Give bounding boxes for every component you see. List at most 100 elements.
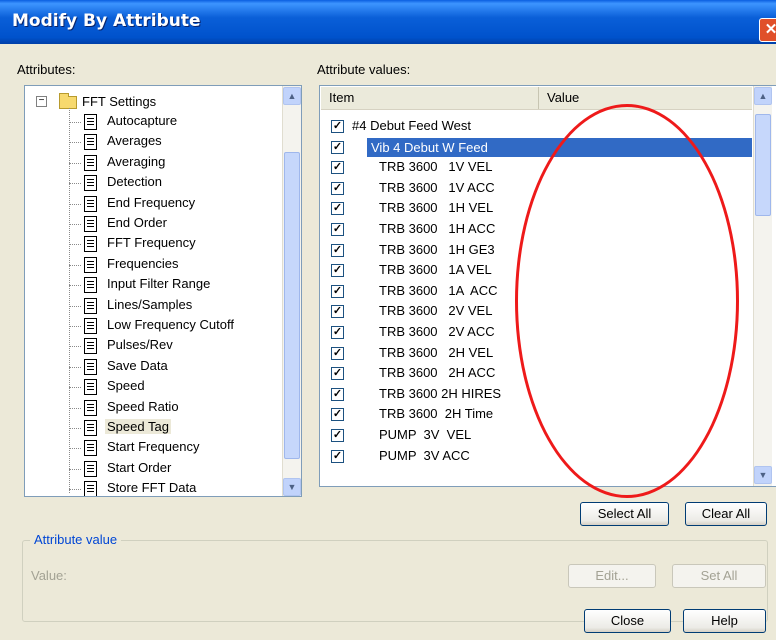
row-item-label: TRB 3600 2H HIRES (379, 385, 502, 401)
tree-item-label: Averaging (107, 153, 166, 169)
document-icon (84, 379, 97, 396)
title-bar[interactable]: Modify By Attribute ✕ (0, 0, 776, 44)
document-icon (84, 114, 97, 130)
column-header-item[interactable]: Item (321, 87, 539, 109)
tree-item-label: Detection (107, 174, 162, 190)
folder-icon (59, 93, 77, 109)
tree-item[interactable]: End Frequency (25, 194, 280, 214)
row-checkbox[interactable]: ✓ (331, 429, 344, 442)
document-icon (84, 277, 97, 294)
tree-item-label: Store FFT Data (107, 480, 197, 496)
row-item-label: #4 Debut Feed West (352, 118, 471, 133)
close-window-icon[interactable]: ✕ (759, 18, 776, 42)
document-icon (84, 256, 97, 273)
list-scroll-thumb[interactable] (755, 114, 771, 216)
tree-connector (69, 326, 81, 327)
row-item-label: TRB 3600 1H GE3 (379, 241, 495, 257)
document-icon (84, 297, 97, 314)
list-scrollbar[interactable]: ▲ ▼ (753, 86, 772, 486)
red-annotation-ellipse (515, 104, 739, 498)
row-checkbox[interactable]: ✓ (331, 284, 344, 298)
tree-connector-line (69, 108, 70, 493)
row-item-label: TRB 3600 2V ACC (379, 324, 495, 339)
scroll-down-arrow-icon[interactable]: ▼ (283, 478, 301, 496)
tree-item-label: Autocapture (107, 113, 178, 128)
tree-item[interactable]: Speed Ratio (25, 398, 280, 418)
tree-item[interactable]: Detection (25, 173, 280, 193)
row-checkbox[interactable]: ✓ (331, 326, 344, 339)
scroll-up-arrow-icon[interactable]: ▲ (283, 87, 301, 105)
row-checkbox[interactable]: ✓ (331, 223, 344, 236)
tree-item-label: Frequencies (107, 255, 179, 271)
close-button[interactable]: Close (584, 609, 671, 633)
document-icon (84, 195, 97, 212)
tree-scroll-thumb[interactable] (284, 152, 300, 459)
help-button[interactable]: Help (683, 609, 766, 633)
row-item-label: TRB 3600 2V VEL (379, 303, 493, 319)
document-icon (84, 154, 97, 171)
tree-item-label: Speed Tag (105, 419, 171, 434)
tree-item[interactable]: End Order (25, 214, 280, 234)
row-checkbox[interactable]: ✓ (331, 449, 344, 463)
tree-item-label: Speed Ratio (107, 398, 179, 414)
clear-all-button[interactable]: Clear All (685, 502, 767, 526)
row-checkbox[interactable]: ✓ (331, 346, 344, 360)
tree-connector (69, 448, 81, 450)
tree-item[interactable]: Low Frequency Cutoff (25, 316, 280, 336)
select-all-button[interactable]: Select All (580, 502, 669, 526)
tree-item[interactable]: Averaging (25, 153, 280, 173)
tree-connector (69, 346, 81, 348)
scroll-down-arrow-icon[interactable]: ▼ (754, 466, 772, 484)
row-checkbox[interactable]: ✓ (331, 264, 344, 278)
document-icon (84, 236, 97, 253)
tree-item[interactable]: Input Filter Range (25, 275, 280, 295)
list-header: Item Value (321, 87, 752, 110)
row-checkbox[interactable]: ✓ (331, 202, 344, 216)
tree-item[interactable]: Pulses/Rev (25, 336, 280, 356)
document-icon (84, 175, 97, 192)
row-checkbox[interactable]: ✓ (331, 387, 344, 401)
tree-item[interactable]: Averages (25, 132, 280, 152)
row-checkbox[interactable]: ✓ (331, 408, 344, 422)
tree-connector (69, 122, 81, 123)
collapse-toggle-icon[interactable]: − (36, 96, 47, 107)
document-icon (84, 399, 97, 416)
tree-item[interactable]: Start Order (25, 459, 280, 479)
tree-item[interactable]: FFT Frequency (25, 234, 280, 254)
tree-connector (69, 224, 81, 225)
tree-item[interactable]: Speed (25, 377, 280, 397)
column-header-value[interactable]: Value (539, 87, 752, 109)
tree-item[interactable]: Save Data (25, 357, 280, 377)
row-checkbox[interactable]: ✓ (331, 243, 344, 257)
edit-button[interactable]: Edit... (568, 564, 656, 588)
tree-item-label: Start Order (107, 459, 172, 475)
tree-connector (69, 142, 81, 144)
tree-item[interactable]: Frequencies (25, 255, 280, 275)
tree-item[interactable]: Start Frequency (25, 438, 280, 458)
tree-item-label: Pulses/Rev (107, 337, 173, 353)
tree-item[interactable]: Autocapture (25, 112, 280, 132)
tree-item[interactable]: Store FFT Data (25, 479, 280, 496)
window-title: Modify By Attribute (12, 11, 201, 31)
row-checkbox[interactable]: ✓ (331, 161, 344, 175)
tree-item[interactable]: Lines/Samples (25, 296, 280, 316)
attributes-tree[interactable]: − FFT Settings Autocapture Averages Averagin… (24, 85, 302, 497)
row-checkbox[interactable]: ✓ (331, 140, 344, 154)
row-checkbox[interactable]: ✓ (331, 367, 344, 381)
tree-scrollbar[interactable]: ▲ ▼ (282, 86, 301, 496)
set-all-button[interactable]: Set All (672, 564, 766, 588)
document-icon (84, 460, 97, 477)
document-icon (84, 481, 97, 496)
row-checkbox[interactable]: ✓ (331, 120, 344, 133)
tree-item-label: FFT Frequency (107, 235, 196, 251)
list-row[interactable]: ✓ #4 Debut Feed West (321, 117, 752, 137)
row-checkbox[interactable]: ✓ (331, 181, 344, 195)
tree-connector (69, 203, 81, 205)
tree-item[interactable]: Speed Tag (25, 418, 280, 438)
document-icon (84, 440, 97, 457)
tree-connector (69, 264, 81, 266)
tree-node-fft-settings[interactable]: − FFT Settings (25, 92, 280, 112)
attribute-value-legend: Attribute value (30, 532, 122, 547)
row-checkbox[interactable]: ✓ (331, 305, 344, 319)
scroll-up-arrow-icon[interactable]: ▲ (754, 87, 772, 105)
